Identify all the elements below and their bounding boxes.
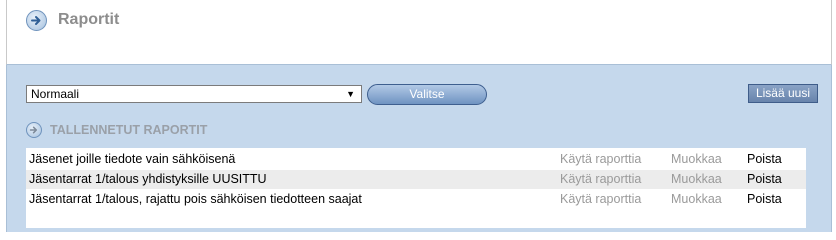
select-button[interactable]: Valitse xyxy=(367,84,487,105)
table-row: Jäsentarrat 1/talous, rajattu pois sähkö… xyxy=(26,190,806,209)
page-header: Raportit xyxy=(6,0,832,65)
saved-reports-title: TALLENNETUT RAPORTIT xyxy=(50,123,208,137)
edit-report-link[interactable]: Muokkaa xyxy=(671,170,722,189)
table-row: Jäsentarrat 1/talous yhdistyksille UUSIT… xyxy=(26,170,806,189)
chevron-down-icon: ▼ xyxy=(346,89,355,99)
edit-report-link[interactable]: Muokkaa xyxy=(671,150,722,169)
use-report-link[interactable]: Käytä raporttia xyxy=(560,190,641,209)
page-title: Raportit xyxy=(58,11,120,28)
table-row: Jäsenet joille tiedote vain sähköisenä K… xyxy=(26,150,806,169)
delete-report-link[interactable]: Poista xyxy=(747,150,782,169)
edit-report-link[interactable]: Muokkaa xyxy=(671,190,722,209)
report-type-selected-value: Normaali xyxy=(31,87,80,101)
report-name: Jäsentarrat 1/talous yhdistyksille UUSIT… xyxy=(29,172,267,186)
report-type-select[interactable]: Normaali ▼ xyxy=(26,85,362,103)
arrow-right-circle-icon xyxy=(26,10,47,31)
use-report-link[interactable]: Käytä raporttia xyxy=(560,150,641,169)
saved-reports-table: Jäsenet joille tiedote vain sähköisenä K… xyxy=(26,148,806,228)
delete-report-link[interactable]: Poista xyxy=(747,190,782,209)
delete-report-link[interactable]: Poista xyxy=(747,170,782,189)
arrow-right-circle-icon xyxy=(26,122,42,138)
add-new-button[interactable]: Lisää uusi xyxy=(748,84,818,103)
use-report-link[interactable]: Käytä raporttia xyxy=(560,170,641,189)
report-name: Jäsenet joille tiedote vain sähköisenä xyxy=(29,152,236,166)
report-name: Jäsentarrat 1/talous, rajattu pois sähkö… xyxy=(29,192,362,206)
